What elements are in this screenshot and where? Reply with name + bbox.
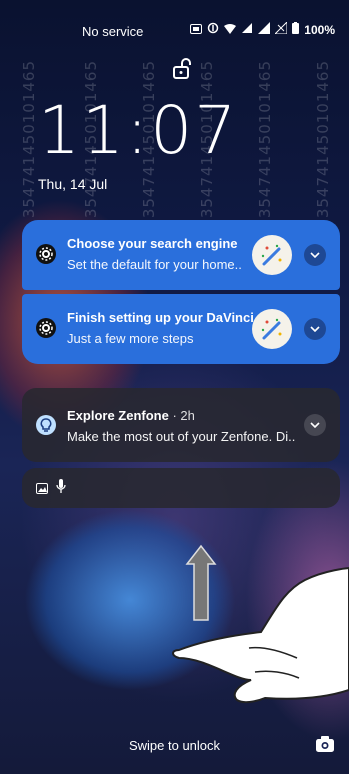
expand-chevron-icon[interactable] bbox=[304, 414, 326, 436]
lock-screen: 354741450101465 354741450101465 35474145… bbox=[0, 0, 349, 774]
notification-explore-zenfone[interactable]: Explore Zenfone · 2h Make the most out o… bbox=[22, 388, 340, 462]
notification-title: Finish setting up your DaVinci bbox=[67, 310, 254, 325]
watermark-text: 354741450101465 bbox=[314, 60, 332, 219]
camera-icon[interactable] bbox=[313, 732, 337, 756]
bulb-icon bbox=[36, 415, 56, 435]
lockscreen-date: Thu, 14 Jul bbox=[38, 176, 108, 192]
signal-icon bbox=[258, 22, 271, 37]
swipe-up-hand-icon bbox=[165, 540, 349, 715]
hotspot-icon bbox=[241, 22, 253, 37]
data-saver-icon bbox=[207, 22, 219, 37]
notification-finish-setup[interactable]: Finish setting up your DaVinci Just a fe… bbox=[22, 294, 340, 364]
notification-title: Choose your search engine bbox=[67, 236, 238, 251]
notification-time: · 2h bbox=[172, 408, 195, 423]
notification-body: Set the default for your home.. bbox=[67, 257, 242, 272]
battery-icon bbox=[292, 22, 300, 37]
carrier-label: No service bbox=[82, 24, 144, 39]
expand-chevron-icon[interactable] bbox=[304, 244, 326, 266]
expand-chevron-icon[interactable] bbox=[304, 318, 326, 340]
lockscreen-clock: 11:07 bbox=[38, 92, 239, 169]
status-bar: No service 100% bbox=[0, 20, 349, 42]
gear-icon bbox=[36, 244, 56, 264]
notification-search-engine[interactable]: Choose your search engine Set the defaul… bbox=[22, 220, 340, 290]
notification-body: Make the most out of your Zenfone. Di.. bbox=[67, 429, 296, 444]
magic-wand-icon bbox=[252, 235, 292, 275]
image-icon bbox=[36, 481, 48, 499]
silent-notifications-strip[interactable] bbox=[22, 468, 340, 508]
unlocked-icon bbox=[172, 58, 192, 80]
battery-percentage: 100% bbox=[304, 22, 335, 37]
swipe-to-unlock-hint: Swipe to unlock bbox=[128, 738, 221, 753]
no-signal-icon bbox=[274, 20, 288, 37]
screen-record-icon bbox=[190, 23, 203, 37]
watermark-text: 354741450101465 bbox=[256, 60, 274, 219]
notification-body: Just a few more steps bbox=[67, 331, 194, 346]
watermark-text: 354741450101465 bbox=[20, 60, 38, 219]
notification-title: Explore Zenfone · 2h bbox=[67, 408, 195, 423]
status-icons: 100% bbox=[190, 20, 335, 37]
magic-wand-icon bbox=[252, 309, 292, 349]
microphone-icon bbox=[56, 479, 66, 499]
wifi-icon bbox=[224, 23, 237, 37]
notification-app-name: Explore Zenfone bbox=[67, 408, 169, 423]
gear-icon bbox=[36, 318, 56, 338]
